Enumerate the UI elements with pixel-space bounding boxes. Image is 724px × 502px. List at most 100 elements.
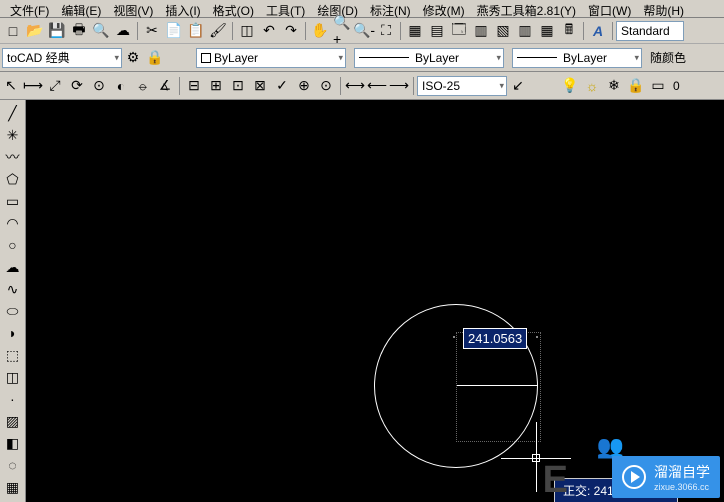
menu-dimension[interactable]: 标注(N) <box>364 0 417 17</box>
menu-insert[interactable]: 插入(I) <box>159 0 206 17</box>
gradient-icon[interactable]: ◧ <box>3 433 23 453</box>
drawing-canvas[interactable]: 241.0563 正交: 241.0563 < 0° E 👥 溜溜自学 zixu… <box>26 100 724 502</box>
open-icon[interactable]: 📂 <box>25 21 45 41</box>
draw-toolbar: ╱ ✳ 〰 ⬠ ▭ ◠ ○ ☁ ∿ ⬭ ◗ ⬚ ◫ ∙ ▨ ◧ ◌ ▦ <box>0 100 26 502</box>
dim-radius-icon[interactable]: ◐ <box>111 76 131 96</box>
dimupdate-icon[interactable]: ⟶ <box>389 76 409 96</box>
dim-break-icon[interactable]: ✓ <box>272 76 292 96</box>
dim-continue-icon[interactable]: ⊡ <box>228 76 248 96</box>
zoom-realtime-icon[interactable]: 🔍+ <box>332 21 352 41</box>
tool-palette-icon[interactable]: 🗔 <box>449 21 469 41</box>
menu-window[interactable]: 窗口(W) <box>582 0 637 17</box>
line-icon[interactable]: ╱ <box>3 103 23 123</box>
dimstyle-manager-icon[interactable]: ↙ <box>508 76 528 96</box>
workspace-combo[interactable]: toCAD 经典▾ <box>2 48 122 68</box>
copy-icon[interactable]: 📄 <box>164 21 184 41</box>
separator <box>179 77 180 95</box>
menu-format[interactable]: 格式(O) <box>207 0 260 17</box>
dimstyle-combo[interactable]: ISO-25 ▾ <box>417 76 507 96</box>
ellipse-icon[interactable]: ⬭ <box>3 301 23 321</box>
rectangle-icon[interactable]: ▭ <box>3 191 23 211</box>
centermark-icon[interactable]: ⊙ <box>316 76 336 96</box>
linetype-preview <box>359 57 409 58</box>
ext-point <box>453 336 455 338</box>
text-style-combo[interactable]: Standard <box>616 21 684 41</box>
workspace-settings-icon[interactable]: ⚙ <box>123 48 143 68</box>
save-icon[interactable]: 💾 <box>47 21 67 41</box>
region-icon[interactable]: ◌ <box>3 455 23 475</box>
dimension-toolbar: ↖ ⟼ ⤢ ⟳ ⊙ ◐ ⦵ ∡ ⊟ ⊞ ⊡ ⊠ ✓ ⊕ ⊙ ⟷ ⟵ ⟶ ISO-… <box>0 72 724 100</box>
dimtedit-icon[interactable]: ⟵ <box>367 76 387 96</box>
dim-diameter-icon[interactable]: ∡ <box>155 76 175 96</box>
separator <box>305 22 306 40</box>
freeze-icon[interactable]: ❄ <box>604 76 624 96</box>
insert-block-icon[interactable]: ⬚ <box>3 345 23 365</box>
construction-line-icon[interactable]: ✳ <box>3 125 23 145</box>
calc-icon[interactable]: 🖩 <box>559 21 579 41</box>
menu-edit[interactable]: 编辑(E) <box>55 0 107 17</box>
menu-tools[interactable]: 工具(T) <box>260 0 311 17</box>
make-block-icon[interactable]: ◫ <box>3 367 23 387</box>
cut-icon[interactable]: ✂ <box>142 21 162 41</box>
redo-icon[interactable]: ↷ <box>281 21 301 41</box>
dimedit-icon[interactable]: ⟷ <box>345 76 365 96</box>
qdim-icon[interactable]: ⊟ <box>184 76 204 96</box>
dim-ordinate-icon[interactable]: ⊙ <box>89 76 109 96</box>
sheetset-icon[interactable]: ▥ <box>471 21 491 41</box>
pan-icon[interactable]: ✋ <box>310 21 330 41</box>
linetype-combo[interactable]: ByLayer ▾ <box>354 48 504 68</box>
lineweight-combo[interactable]: ByLayer ▾ <box>512 48 642 68</box>
new-icon[interactable]: □ <box>3 21 23 41</box>
dynamic-input[interactable]: 241.0563 <box>463 328 527 349</box>
dim-arc-icon[interactable]: ⟳ <box>67 76 87 96</box>
point-icon[interactable]: ∙ <box>3 389 23 409</box>
menu-express[interactable]: 燕秀工具箱2.81(Y) <box>471 0 582 17</box>
lineweight-name: ByLayer <box>563 51 607 65</box>
dim-linear-icon[interactable]: ⟼ <box>23 76 43 96</box>
tolerance-icon[interactable]: ⊕ <box>294 76 314 96</box>
paste-icon[interactable]: 📋 <box>186 21 206 41</box>
polygon-icon[interactable]: ⬠ <box>3 169 23 189</box>
sun-icon[interactable]: ☼ <box>582 76 602 96</box>
zoom-previous-icon[interactable]: 🔍- <box>354 21 374 41</box>
light-icon[interactable]: 💡 <box>560 76 580 96</box>
menu-help[interactable]: 帮助(H) <box>637 0 690 17</box>
lock-layer-icon[interactable]: 🔒 <box>626 76 646 96</box>
matchprop-icon[interactable]: 🖌 <box>208 21 228 41</box>
workspace-lock-icon[interactable]: 🔒 <box>145 48 165 68</box>
separator <box>340 77 341 95</box>
block-editor-icon[interactable]: ◫ <box>237 21 257 41</box>
table-draw-icon[interactable]: ▦ <box>3 477 23 497</box>
print-icon[interactable]: 🖶 <box>69 21 89 41</box>
properties-icon[interactable]: ▦ <box>405 21 425 41</box>
layer-color-icon[interactable]: ▭ <box>648 76 668 96</box>
revcloud-icon[interactable]: ☁ <box>3 257 23 277</box>
arc-icon[interactable]: ◠ <box>3 213 23 233</box>
menu-bar: 文件(F) 编辑(E) 视图(V) 插入(I) 格式(O) 工具(T) 绘图(D… <box>0 0 724 18</box>
menu-modify[interactable]: 修改(M) <box>417 0 471 17</box>
text-style-icon[interactable]: A <box>588 21 608 41</box>
dim-jogged-icon[interactable]: ⦵ <box>133 76 153 96</box>
select-icon[interactable]: ↖ <box>1 76 21 96</box>
design-center-icon[interactable]: ▤ <box>427 21 447 41</box>
dim-baseline-icon[interactable]: ⊞ <box>206 76 226 96</box>
dim-aligned-icon[interactable]: ⤢ <box>45 76 65 96</box>
ellipse-arc-icon[interactable]: ◗ <box>3 323 23 343</box>
undo-icon[interactable]: ↶ <box>259 21 279 41</box>
preview-icon[interactable]: 🔍 <box>91 21 111 41</box>
menu-view[interactable]: 视图(V) <box>107 0 159 17</box>
hatch-icon[interactable]: ▨ <box>3 411 23 431</box>
polyline-icon[interactable]: 〰 <box>3 147 23 167</box>
dimstyle-name: ISO-25 <box>422 79 460 93</box>
quickcalc-icon[interactable]: ▥ <box>515 21 535 41</box>
circle-icon[interactable]: ○ <box>3 235 23 255</box>
zoom-window-icon[interactable]: ⛶ <box>376 21 396 41</box>
markup-icon[interactable]: ▧ <box>493 21 513 41</box>
spline-icon[interactable]: ∿ <box>3 279 23 299</box>
publish-icon[interactable]: ☁ <box>113 21 133 41</box>
table-icon[interactable]: ▦ <box>537 21 557 41</box>
dropdown-icon: ▾ <box>499 80 504 91</box>
menu-file[interactable]: 文件(F) <box>4 0 55 17</box>
dim-space-icon[interactable]: ⊠ <box>250 76 270 96</box>
layer-combo[interactable]: ByLayer ▾ <box>196 48 346 68</box>
